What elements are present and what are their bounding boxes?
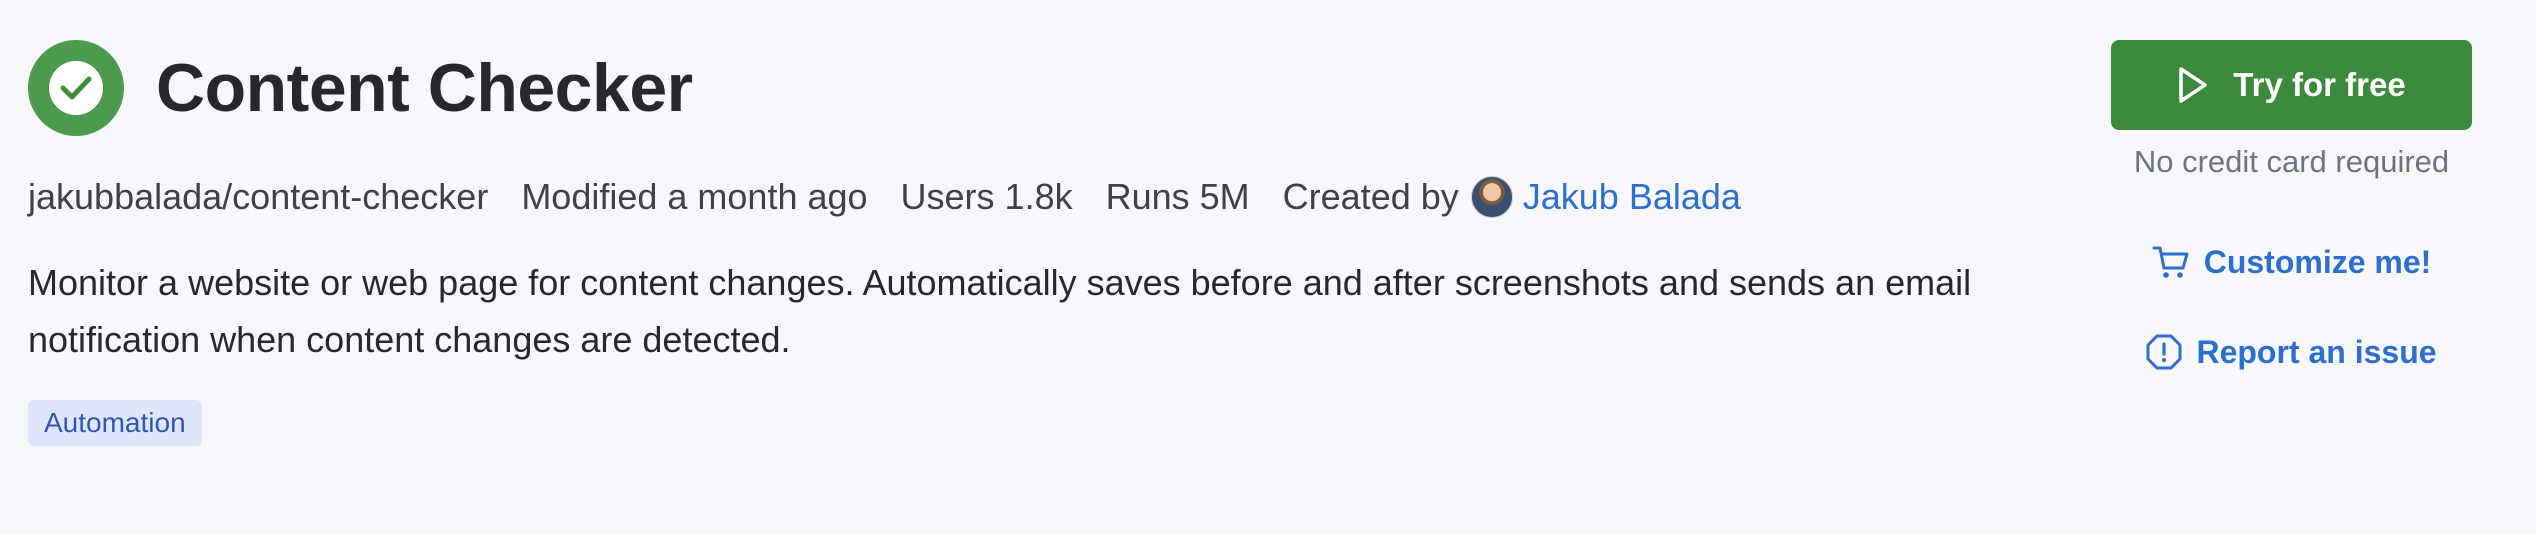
category-tag[interactable]: Automation bbox=[28, 400, 202, 446]
report-issue-label: Report an issue bbox=[2196, 333, 2437, 370]
modified-time: Modified a month ago bbox=[521, 176, 868, 217]
actor-description: Monitor a website or web page for conten… bbox=[28, 262, 1972, 360]
runs-count: Runs 5M bbox=[1105, 176, 1250, 217]
try-for-free-label: Try for free bbox=[2233, 66, 2406, 103]
play-icon bbox=[2177, 66, 2209, 104]
author-avatar[interactable] bbox=[1470, 176, 1513, 218]
created-by: Created by Jakub Balada bbox=[1283, 176, 1741, 218]
meta-row: jakubbalada/content-checker Modified a m… bbox=[28, 172, 1741, 222]
actor-slug: jakubbalada/content-checker bbox=[28, 176, 489, 217]
created-by-label: Created by bbox=[1282, 176, 1459, 217]
author-link[interactable]: Jakub Balada bbox=[1523, 176, 1741, 218]
customize-me-link[interactable]: Customize me! bbox=[2111, 240, 2472, 284]
try-for-free-button[interactable]: Try for free bbox=[2111, 40, 2472, 130]
checkmark-icon bbox=[60, 76, 92, 100]
check-circle-icon bbox=[28, 40, 124, 136]
no-credit-card-note: No credit card required bbox=[2133, 144, 2450, 179]
alert-octagon-icon bbox=[2146, 334, 2182, 370]
cart-icon bbox=[2152, 244, 2190, 280]
customize-me-label: Customize me! bbox=[2203, 243, 2432, 280]
report-issue-link[interactable]: Report an issue bbox=[2111, 330, 2472, 374]
actor-header: Content Checker jakubbalada/content-chec… bbox=[0, 0, 2536, 534]
users-count: Users 1.8k bbox=[900, 176, 1073, 217]
page-title: Content Checker bbox=[156, 50, 693, 126]
logo-inner-circle bbox=[49, 61, 103, 115]
